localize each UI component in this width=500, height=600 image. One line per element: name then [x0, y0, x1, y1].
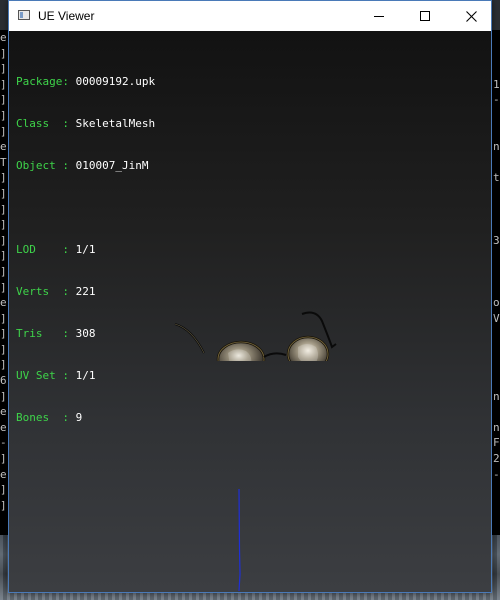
info-label: Object : [16, 159, 69, 172]
info-label: Verts : [16, 285, 69, 298]
console-glyph [492, 108, 500, 124]
background-console-right: 1-nt3oVnnF2- [492, 30, 500, 600]
window-title: UE Viewer [38, 9, 95, 23]
info-row-bones: Bones : 9 [16, 411, 155, 425]
console-glyph: - [493, 93, 500, 107]
console-glyph [492, 124, 500, 140]
info-row-uvset: UV Set : 1/1 [16, 369, 155, 383]
console-glyph: n [493, 140, 500, 154]
maximize-button[interactable] [402, 1, 448, 31]
console-glyph [492, 342, 500, 358]
bridge [263, 352, 287, 358]
app-icon [18, 10, 30, 20]
console-glyph [492, 155, 500, 171]
info-value: 010007_JinM [75, 159, 149, 172]
console-glyph [492, 186, 500, 202]
console-glyph [492, 217, 500, 233]
console-glyph [492, 326, 500, 342]
console-glyph: 2 [493, 452, 500, 466]
console-glyph: V [493, 311, 500, 325]
console-glyph [492, 404, 500, 420]
temple-arm-left [174, 323, 205, 354]
info-row-verts: Verts : 221 [16, 285, 155, 299]
console-glyph [492, 248, 500, 264]
info-value: 9 [75, 411, 83, 424]
info-row-lod: LOD : 1/1 [16, 243, 155, 257]
console-glyph: 3 [493, 233, 500, 247]
axis-line [238, 489, 241, 592]
info-value: 1/1 [75, 243, 96, 256]
console-glyph: t [493, 171, 500, 185]
close-icon [465, 10, 477, 22]
console-glyph [492, 61, 500, 77]
info-value: 221 [75, 285, 96, 298]
title-bar[interactable]: UE Viewer [9, 1, 491, 31]
console-glyph: - [493, 467, 500, 481]
console-glyph [492, 373, 500, 389]
info-label: Tris : [16, 327, 69, 340]
console-glyph: F [493, 436, 500, 450]
console-glyph [492, 46, 500, 62]
info-label: UV Set : [16, 369, 69, 382]
console-glyph: 1 [493, 77, 500, 91]
info-label: Package: [16, 75, 69, 88]
info-row-package: Package: 00009192.upk [16, 75, 155, 89]
close-button[interactable] [448, 1, 494, 31]
info-value: 308 [75, 327, 96, 340]
minimize-button[interactable] [356, 1, 402, 31]
info-label: LOD : [16, 243, 69, 256]
info-row-object: Object : 010007_JinM [16, 159, 155, 173]
console-glyph [492, 280, 500, 296]
info-value: 1/1 [75, 369, 96, 382]
console-glyph [492, 498, 500, 514]
console-glyph [492, 264, 500, 280]
ue-viewer-window[interactable]: UE Viewer Package: 00009192.upk Class : … [8, 0, 492, 593]
info-value: 00009192.upk [75, 75, 156, 88]
mesh-info-overlay: Package: 00009192.upk Class : SkeletalMe… [16, 47, 155, 453]
console-glyph: n [493, 389, 500, 403]
console-glyph [492, 30, 500, 46]
glasses-mesh [174, 311, 337, 361]
console-glyph [492, 482, 500, 498]
minimize-icon [374, 16, 384, 17]
info-row-tris: Tris : 308 [16, 327, 155, 341]
info-row-class: Class : SkeletalMesh [16, 117, 155, 131]
console-glyph: n [493, 420, 500, 434]
console-glyph [492, 202, 500, 218]
3d-viewport[interactable]: Package: 00009192.upk Class : SkeletalMe… [9, 31, 491, 592]
info-label: Class : [16, 117, 69, 130]
info-label: Bones : [16, 411, 69, 424]
console-glyph: o [493, 296, 500, 310]
console-glyph [492, 357, 500, 373]
info-value: SkeletalMesh [75, 117, 156, 130]
maximize-icon [420, 11, 430, 21]
